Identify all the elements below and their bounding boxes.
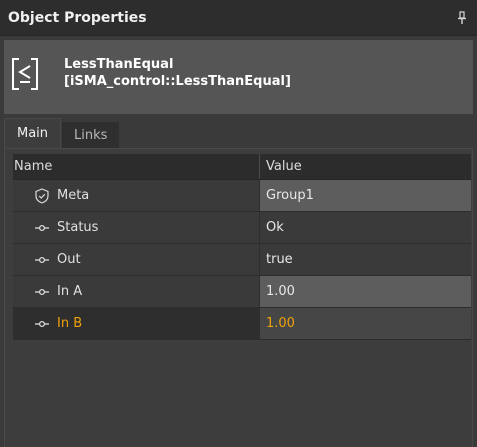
pin-icon[interactable] (457, 11, 467, 25)
property-grid: Name Value Meta Group1 Status Ok Out tru… (13, 154, 471, 340)
property-name-cell: In A (13, 276, 260, 307)
slot-icon (34, 316, 50, 332)
property-row-in-a[interactable]: In A 1.00 (13, 276, 471, 308)
column-header-value[interactable]: Value (260, 154, 302, 179)
shield-icon (34, 187, 50, 204)
property-row-out[interactable]: Out true (13, 244, 471, 276)
property-value-status: Ok (260, 212, 471, 243)
property-value-in-a[interactable]: 1.00 (260, 276, 471, 307)
property-name: Out (57, 252, 81, 267)
property-name: Meta (57, 188, 90, 203)
panel-titlebar: Object Properties (0, 0, 477, 36)
object-type: [iSMA_control::LessThanEqual] (64, 74, 291, 89)
property-row-status[interactable]: Status Ok (13, 212, 471, 244)
slot-icon (34, 220, 50, 236)
property-name-cell: Meta (13, 180, 260, 211)
property-name: In A (57, 284, 83, 299)
grid-header: Name Value (13, 154, 471, 180)
property-value-meta[interactable]: Group1 (260, 180, 471, 211)
object-name: LessThanEqual (64, 57, 174, 72)
panel-title: Object Properties (8, 9, 147, 26)
property-name: In B (57, 316, 83, 331)
slot-icon (34, 252, 50, 268)
tab-links[interactable]: Links (62, 122, 120, 148)
property-name-cell: In B (13, 308, 260, 339)
slot-icon (34, 284, 50, 300)
property-row-meta[interactable]: Meta Group1 (13, 180, 471, 212)
object-header: LessThanEqual [iSMA_control::LessThanEqu… (4, 40, 473, 114)
property-row-in-b[interactable]: In B 1.00 (13, 308, 471, 340)
less-than-equal-icon (12, 58, 38, 90)
tab-main[interactable]: Main (4, 118, 62, 148)
property-name-cell: Out (13, 244, 260, 275)
property-name: Status (57, 220, 99, 235)
properties-panel: Name Value Meta Group1 Status Ok Out tru… (4, 148, 473, 447)
property-value-out: true (260, 244, 471, 275)
column-header-name[interactable]: Name (13, 154, 260, 179)
property-value-in-b[interactable]: 1.00 (260, 308, 471, 339)
tab-bar: Main Links (4, 118, 120, 148)
property-name-cell: Status (13, 212, 260, 243)
